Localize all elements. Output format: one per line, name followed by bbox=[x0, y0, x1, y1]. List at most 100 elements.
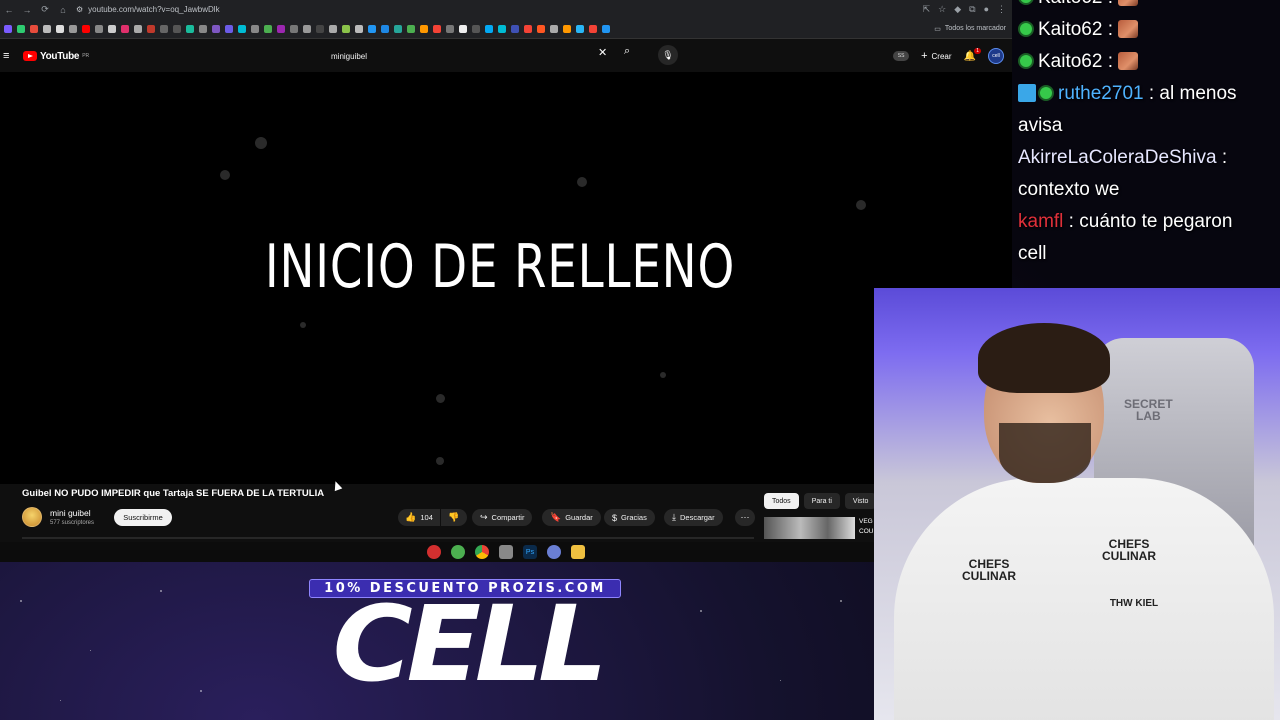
extension-icon[interactable]: ◆ bbox=[954, 4, 961, 15]
bookmark-icon[interactable] bbox=[589, 24, 597, 33]
more-icon: ⋯ bbox=[740, 512, 750, 522]
bookmark-icon[interactable] bbox=[43, 24, 51, 33]
share-icon: ↪ bbox=[480, 512, 488, 522]
bookmark-icon[interactable] bbox=[433, 24, 441, 33]
bookmark-icon[interactable] bbox=[472, 24, 480, 33]
bookmark-star-icon[interactable]: ☆ bbox=[938, 4, 946, 15]
install-app-icon[interactable]: ⇱ bbox=[923, 4, 931, 15]
save-button[interactable]: 🔖 Guardar bbox=[542, 509, 601, 526]
bookmark-icon[interactable] bbox=[108, 24, 116, 33]
search-icon[interactable]: ⌕ bbox=[624, 45, 630, 58]
site-info-icon[interactable]: ⚙ bbox=[76, 5, 83, 14]
bookmark-icon[interactable] bbox=[69, 24, 77, 33]
more-actions-button[interactable]: ⋯ bbox=[735, 509, 755, 526]
bookmark-icon[interactable] bbox=[563, 24, 571, 33]
bookmark-icon[interactable] bbox=[329, 24, 337, 33]
filter-chip-all[interactable]: Todos bbox=[764, 493, 799, 509]
bookmark-icon[interactable] bbox=[498, 24, 506, 33]
bookmark-icon[interactable] bbox=[394, 24, 402, 33]
bookmark-icon[interactable] bbox=[95, 24, 103, 33]
bookmark-icon[interactable] bbox=[290, 24, 298, 33]
bookmark-icon[interactable] bbox=[121, 24, 129, 33]
bookmark-icon[interactable] bbox=[212, 24, 220, 33]
address-bar: ← → ⟳ ⌂ ⚙ youtube.com/watch?v=oq_JawbwDl… bbox=[0, 0, 1012, 19]
bookmark-icon[interactable] bbox=[537, 24, 545, 33]
video-player[interactable]: INICIO DE RELLENO bbox=[0, 72, 1012, 484]
create-button[interactable]: + Crear bbox=[921, 50, 951, 62]
cast-badge[interactable]: SS bbox=[893, 51, 910, 61]
recommended-video-thumbnail[interactable] bbox=[764, 517, 855, 539]
bookmark-icon[interactable] bbox=[446, 24, 454, 33]
browser-menu-icon[interactable]: ⋮ bbox=[997, 4, 1006, 15]
like-button[interactable]: 👍 104 bbox=[398, 509, 440, 526]
bookmark-icon[interactable] bbox=[368, 24, 376, 33]
chrome-icon[interactable] bbox=[475, 545, 489, 559]
share-button[interactable]: ↪ Compartir bbox=[472, 509, 533, 526]
download-button[interactable]: ⤓ Descargar bbox=[664, 509, 723, 526]
bookmark-icon[interactable] bbox=[199, 24, 207, 33]
bookmark-icon[interactable] bbox=[186, 24, 194, 33]
channel-avatar[interactable] bbox=[22, 507, 42, 527]
thanks-button[interactable]: $ Gracias bbox=[604, 509, 655, 526]
bookmark-icon[interactable] bbox=[17, 24, 25, 33]
app-icon[interactable] bbox=[547, 545, 561, 559]
app-icon[interactable] bbox=[499, 545, 513, 559]
account-avatar[interactable]: cell bbox=[988, 48, 1004, 64]
photoshop-icon[interactable]: Ps bbox=[523, 545, 537, 559]
microphone-icon[interactable]: 🎙 bbox=[658, 45, 678, 65]
bookmark-icon[interactable] bbox=[420, 24, 428, 33]
subscriber-badge-icon bbox=[1038, 85, 1054, 101]
bookmark-icon[interactable] bbox=[550, 24, 558, 33]
dislike-button[interactable]: 👎 bbox=[441, 509, 467, 526]
bookmark-icon[interactable] bbox=[381, 24, 389, 33]
bookmark-icon[interactable] bbox=[147, 24, 155, 33]
channel-name[interactable]: mini guibel bbox=[50, 508, 91, 518]
hamburger-menu-icon[interactable]: ≡ bbox=[3, 50, 15, 62]
reload-icon[interactable]: ⟳ bbox=[36, 4, 54, 15]
filter-chip-for-you[interactable]: Para ti bbox=[803, 493, 840, 509]
bookmark-icon[interactable] bbox=[303, 24, 311, 33]
app-icon[interactable] bbox=[451, 545, 465, 559]
obs-icon[interactable] bbox=[427, 545, 441, 559]
bookmark-icon[interactable] bbox=[602, 24, 610, 33]
bookmark-icon[interactable] bbox=[576, 24, 584, 33]
bookmark-icon[interactable] bbox=[251, 24, 259, 33]
search-input[interactable]: miniguibel bbox=[323, 46, 616, 66]
bookmark-icon[interactable] bbox=[56, 24, 64, 33]
bookmark-icon[interactable] bbox=[4, 24, 12, 33]
file-explorer-icon[interactable] bbox=[571, 545, 585, 559]
notifications-bell-icon[interactable]: 🔔 1 bbox=[964, 47, 981, 62]
url-field[interactable]: ⚙ youtube.com/watch?v=oq_JawbwDlk bbox=[76, 5, 923, 14]
bookmark-icon[interactable] bbox=[160, 24, 168, 33]
bookmark-icon[interactable] bbox=[316, 24, 324, 33]
profile-icon[interactable]: ● bbox=[984, 4, 989, 15]
bookmark-icon[interactable] bbox=[407, 24, 415, 33]
clear-search-icon[interactable]: ✕ bbox=[598, 46, 607, 59]
filter-chip-watched[interactable]: Visto bbox=[844, 493, 877, 509]
bookmark-icon[interactable] bbox=[30, 24, 38, 33]
bookmark-icon[interactable] bbox=[277, 24, 285, 33]
video-overlay-text: INICIO DE RELLENO bbox=[264, 232, 736, 302]
bookmark-icon[interactable] bbox=[524, 24, 532, 33]
bookmark-icon[interactable] bbox=[355, 24, 363, 33]
home-icon[interactable]: ⌂ bbox=[54, 5, 72, 15]
bookmark-icon[interactable] bbox=[511, 24, 519, 33]
bookmarks-folder[interactable]: ▭ Todos los marcador bbox=[934, 25, 1006, 33]
bookmark-icon[interactable] bbox=[342, 24, 350, 33]
forward-icon[interactable]: → bbox=[18, 5, 36, 15]
bookmark-icon[interactable] bbox=[82, 24, 90, 33]
extensions-puzzle-icon[interactable]: ⧉ bbox=[969, 4, 975, 15]
bookmark-icon[interactable] bbox=[238, 24, 246, 33]
bookmark-icon[interactable] bbox=[485, 24, 493, 33]
super-thanks-icon: $ bbox=[612, 512, 618, 523]
streamer-beard bbox=[999, 423, 1091, 483]
bookmark-icon[interactable] bbox=[225, 24, 233, 33]
youtube-logo[interactable]: YouTube PR bbox=[23, 51, 89, 62]
bookmark-icon[interactable] bbox=[264, 24, 272, 33]
discount-code: CELL bbox=[332, 583, 608, 705]
subscribe-button[interactable]: Suscribirme bbox=[114, 509, 172, 526]
back-icon[interactable]: ← bbox=[0, 5, 18, 15]
bookmark-icon[interactable] bbox=[134, 24, 142, 33]
bookmark-icon[interactable] bbox=[459, 24, 467, 33]
bookmark-icon[interactable] bbox=[173, 24, 181, 33]
